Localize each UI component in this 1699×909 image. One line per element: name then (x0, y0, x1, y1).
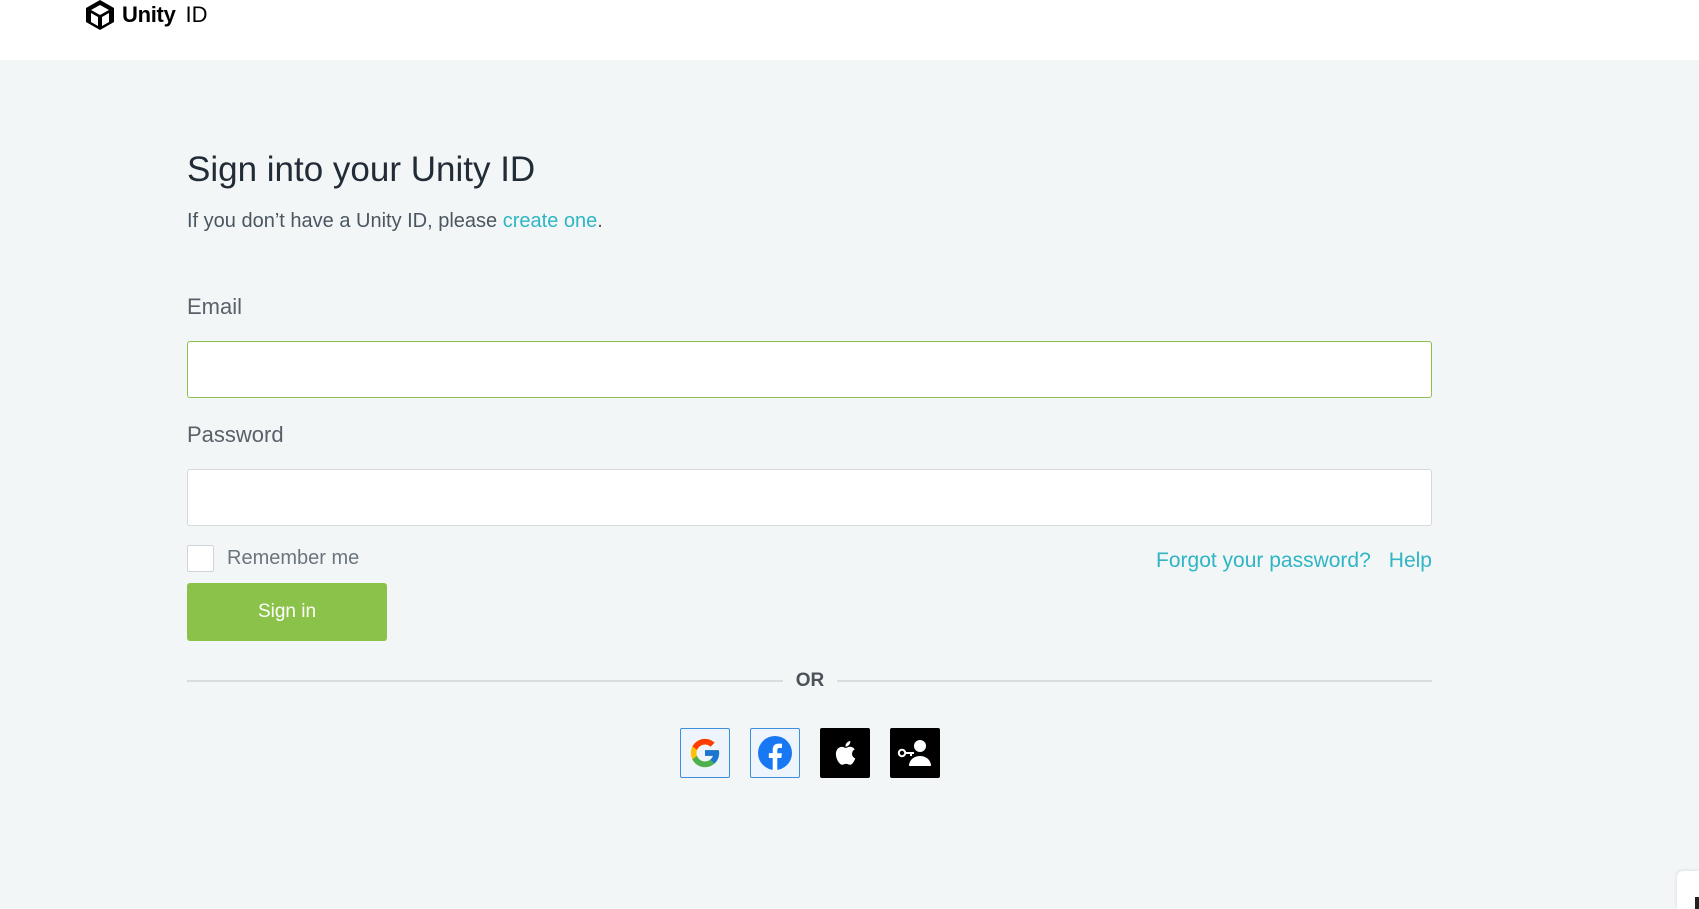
help-link[interactable]: Help (1389, 549, 1432, 573)
password-label: Password (187, 422, 284, 447)
email-field[interactable] (187, 341, 1432, 398)
divider-line-right (837, 680, 1432, 682)
social-login-buttons (680, 728, 940, 778)
remember-me-label: Remember me (227, 547, 360, 569)
forgot-password-link[interactable]: Forgot your password? (1156, 549, 1371, 573)
remember-me-row: Remember me (187, 545, 359, 572)
top-header: Unity ID (0, 0, 1699, 60)
divider-line-left (187, 680, 783, 682)
google-login-button[interactable] (680, 728, 730, 778)
page-title: Sign into your Unity ID (187, 150, 536, 189)
feedback-tab[interactable] (1677, 871, 1699, 909)
signup-prompt-period: . (597, 210, 603, 232)
password-field[interactable] (187, 469, 1432, 526)
signup-prompt: If you don’t have a Unity ID, please cre… (187, 211, 603, 231)
remember-me-checkbox[interactable] (187, 545, 214, 572)
sso-icon (897, 740, 931, 766)
logo-wordmark: Unity (122, 2, 176, 27)
or-divider: OR (187, 668, 1432, 692)
or-label: OR (795, 670, 825, 691)
apple-icon (835, 741, 856, 765)
facebook-icon (758, 736, 792, 770)
account-links: Forgot your password? Help (1156, 549, 1432, 573)
unity-id-logo[interactable]: Unity ID (84, 0, 208, 33)
signup-prompt-text: If you don’t have a Unity ID, please (187, 210, 503, 232)
google-icon (690, 738, 720, 768)
create-account-link[interactable]: create one (503, 210, 598, 232)
unity-cube-icon (86, 0, 114, 30)
facebook-login-button[interactable] (750, 728, 800, 778)
sso-login-button[interactable] (890, 728, 940, 778)
apple-login-button[interactable] (820, 728, 870, 778)
email-label: Email (187, 294, 243, 319)
logo-suffix: ID (185, 2, 208, 27)
sign-in-button[interactable]: Sign in (187, 583, 387, 641)
